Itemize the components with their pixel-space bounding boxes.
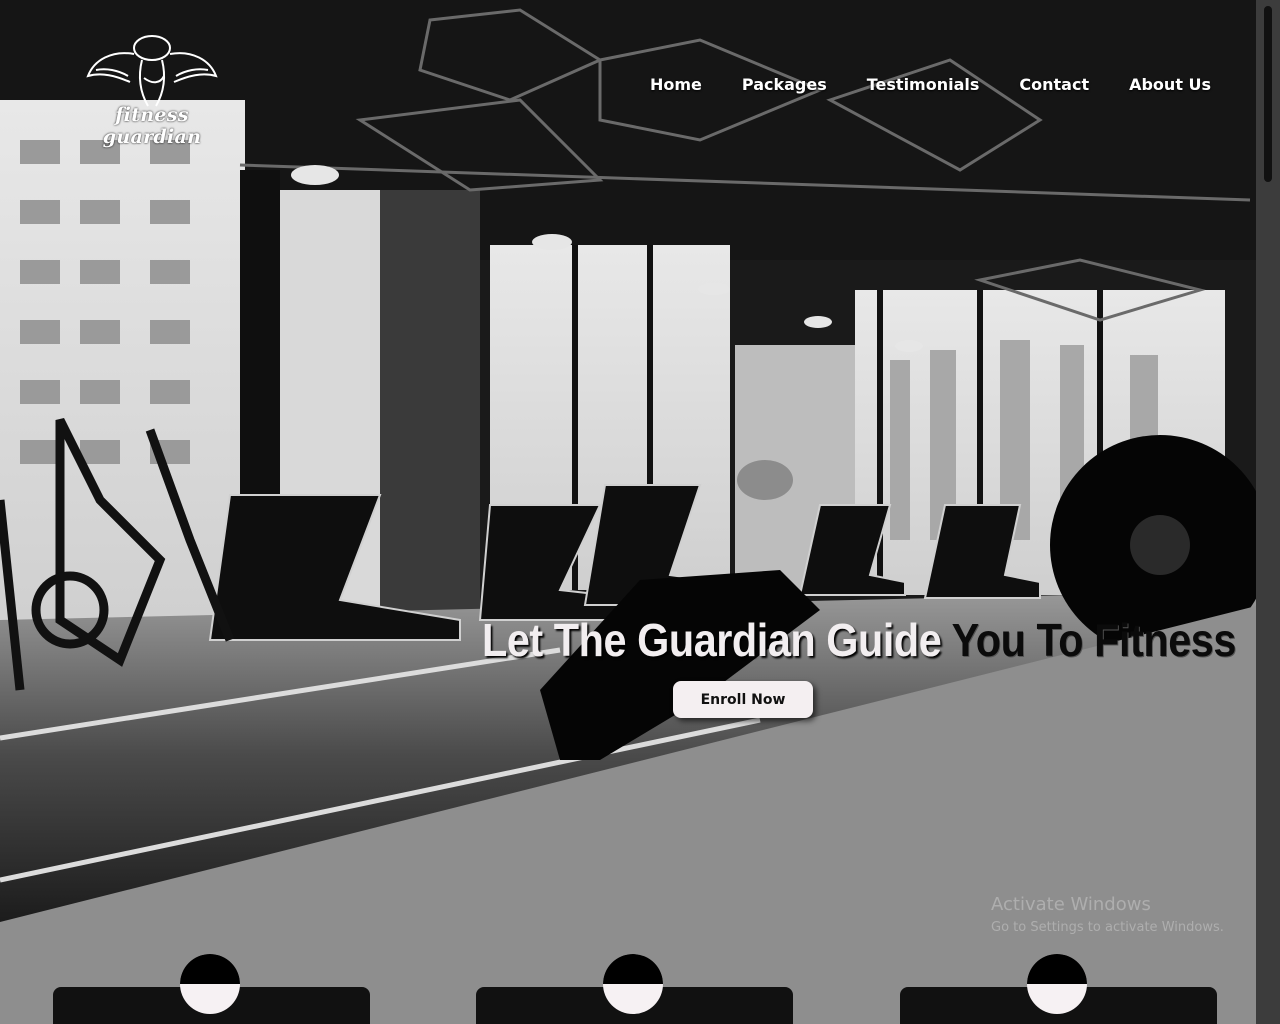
page-scrollbar[interactable] (1256, 0, 1280, 1024)
nav-contact[interactable]: Contact (999, 74, 1109, 96)
nav-home[interactable]: Home (640, 74, 722, 96)
hero-headline: Let The Guardian Guide You To Fitness (482, 612, 1236, 668)
hero-headline-light: Let The Guardian Guide (482, 614, 942, 666)
feature-card[interactable] (53, 954, 370, 1024)
circle-icon (603, 954, 663, 1014)
watermark-title: Activate Windows (991, 894, 1151, 915)
nav-packages[interactable]: Packages (722, 74, 847, 96)
hero-headline-dark: You To Fitness (951, 614, 1237, 666)
watermark-subtitle: Go to Settings to activate Windows. (991, 920, 1224, 935)
enroll-now-button[interactable]: Enroll Now (673, 681, 813, 718)
nav-testimonials[interactable]: Testimonials (847, 74, 1000, 96)
feature-card[interactable] (476, 954, 793, 1024)
brand-logo-text: fitness guardian (102, 104, 202, 148)
windows-activation-watermark: Activate Windows Go to Settings to activ… (991, 893, 1224, 939)
circle-icon (180, 954, 240, 1014)
brand-logo[interactable]: fitness guardian (72, 30, 232, 148)
feature-card[interactable] (900, 954, 1217, 1024)
scrollbar-thumb[interactable] (1264, 6, 1272, 182)
main-nav: Home Packages Testimonials Contact About… (640, 74, 1231, 96)
circle-icon (1027, 954, 1087, 1014)
nav-about-us[interactable]: About Us (1109, 74, 1231, 96)
page: fitness guardian Home Packages Testimoni… (0, 0, 1280, 1024)
angel-athlete-logo-icon (86, 35, 218, 107)
